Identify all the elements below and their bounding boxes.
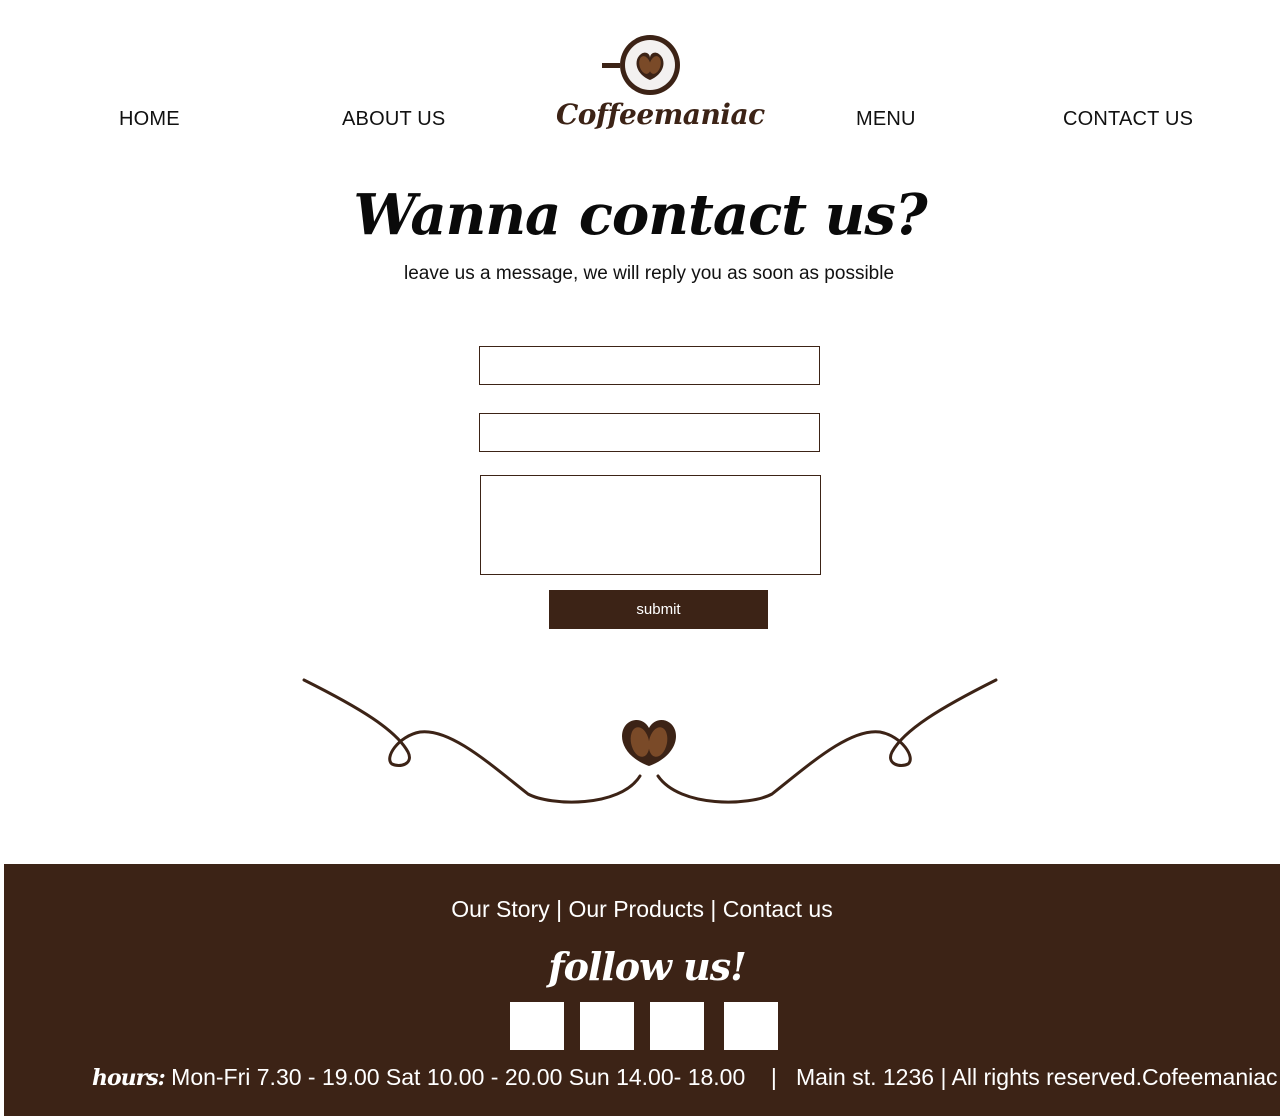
copyright-text: All rights reserved.Cofeemaniac: [951, 1064, 1278, 1090]
footer-link-our-story[interactable]: Our Story: [451, 896, 549, 922]
footer-separator: |: [710, 896, 717, 922]
hours-label: hours:: [92, 1065, 166, 1091]
footer-separator: |: [556, 896, 563, 922]
nav-contact-link[interactable]: CONTACT US: [1063, 108, 1193, 131]
page-title: Wanna contact us?: [353, 182, 927, 248]
nav-home-link[interactable]: HOME: [119, 108, 180, 131]
contact-message-field[interactable]: [480, 475, 821, 575]
footer-link-our-products[interactable]: Our Products: [568, 896, 704, 922]
footer-links: Our Story | Our Products | Contact us: [4, 896, 1280, 923]
social-link-4-icon[interactable]: [724, 1002, 778, 1050]
follow-us-title: follow us!: [548, 944, 747, 989]
footer-divider: |: [940, 1064, 947, 1090]
social-link-1-icon[interactable]: [510, 1002, 564, 1050]
contact-email-field[interactable]: [479, 413, 820, 452]
social-link-2-icon[interactable]: [580, 1002, 634, 1050]
nav-about-link[interactable]: ABOUT US: [342, 108, 445, 131]
footer-divider: |: [770, 1064, 777, 1090]
coffee-bean-divider-icon: [302, 678, 998, 804]
footer: Our Story | Our Products | Contact us fo…: [4, 864, 1280, 1116]
opening-hours: Mon-Fri 7.30 - 19.00 Sat 10.00 - 20.00 S…: [171, 1064, 746, 1090]
contact-name-field[interactable]: [479, 346, 820, 385]
footer-info-line: hours: Mon-Fri 7.30 - 19.00 Sat 10.00 - …: [92, 1064, 1278, 1091]
coffee-cup-logo-icon[interactable]: [598, 30, 690, 100]
address-text: Main st. 1236: [795, 1064, 935, 1090]
social-link-3-icon[interactable]: [650, 1002, 704, 1050]
nav-menu-link[interactable]: MENU: [856, 108, 916, 131]
footer-link-contact-us[interactable]: Contact us: [723, 896, 833, 922]
page-subtitle: leave us a message, we will reply you as…: [403, 263, 895, 284]
submit-button[interactable]: submit: [549, 590, 768, 629]
brand-name-logo[interactable]: Coffeemaniac: [556, 98, 765, 131]
